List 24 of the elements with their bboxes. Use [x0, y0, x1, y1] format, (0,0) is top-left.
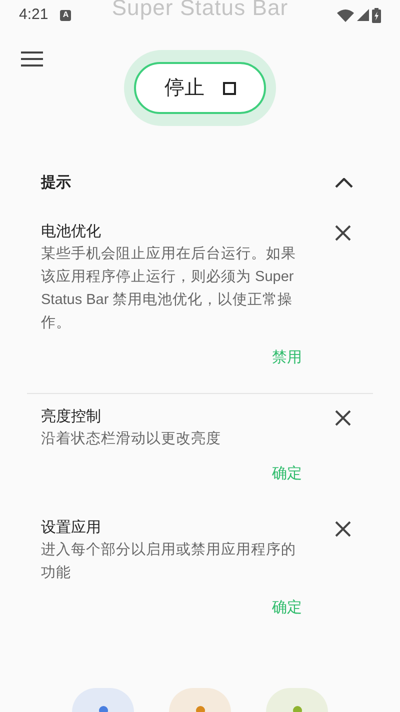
action-link[interactable]: 确定 [272, 597, 302, 620]
tip-title: 亮度控制 [41, 406, 101, 426]
stop-button[interactable]: 停止 [134, 62, 266, 114]
wifi-icon [337, 8, 354, 22]
tip-title: 电池优化 [41, 222, 101, 242]
close-icon[interactable] [335, 410, 351, 426]
menu-icon[interactable] [21, 51, 43, 67]
tip-description: 某些手机会阻止应用在后台运行。如果该应用程序停止运行，则必须为 Super Status Bar 禁用电池优化，以使正常操作。 [41, 244, 297, 333]
stop-icon [222, 82, 236, 94]
action-link[interactable]: 确定 [272, 462, 302, 485]
status-time: 4:21 [19, 4, 48, 25]
close-icon[interactable] [335, 225, 351, 241]
action-link[interactable]: 禁用 [272, 347, 302, 370]
tip-title: 设置应用 [41, 518, 101, 538]
close-icon[interactable] [335, 521, 351, 537]
notification-icon: A [60, 10, 72, 20]
battery-icon [372, 8, 381, 22]
tips-heading: 提示 [41, 172, 71, 193]
shortcut-button[interactable] [169, 688, 231, 712]
tip-description: 沿着状态栏滑动以更改亮度 [41, 430, 222, 448]
shortcut-button[interactable] [72, 688, 134, 712]
signal-icon [357, 9, 369, 21]
tip-description: 进入每个部分以启用或禁用应用程序的功能 [41, 540, 297, 583]
chevron-up-icon[interactable] [335, 178, 353, 188]
